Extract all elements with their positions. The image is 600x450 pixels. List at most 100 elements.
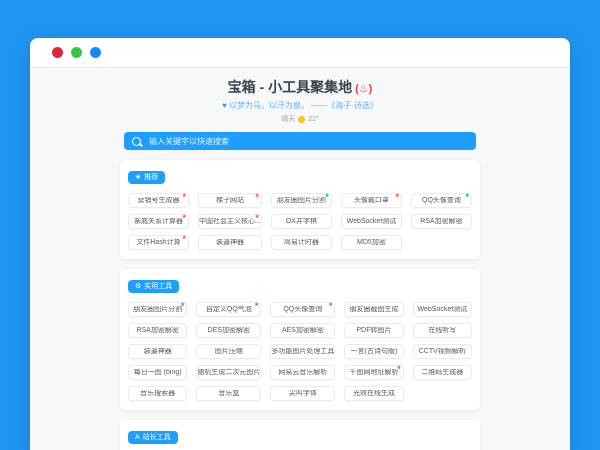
page-content: 宝箱 - 小工具聚集地 (♨) ♥ 以梦为马，以汗为泉。 ——《海子·诗选》 晴… bbox=[30, 68, 570, 450]
weather-temp: 22° bbox=[308, 116, 319, 123]
tool-button[interactable]: 多功能图片处理工具 bbox=[270, 344, 335, 359]
tool-label: 一言(古诗句版) bbox=[351, 348, 398, 355]
tool-button[interactable]: 音乐盒 bbox=[196, 386, 261, 401]
hot-star-icon: * bbox=[255, 214, 259, 222]
tool-button[interactable]: 朋友圈图片分割* bbox=[128, 302, 187, 317]
section-badge-label: 站长工具 bbox=[143, 434, 171, 441]
tool-button[interactable]: PDF转图片 bbox=[344, 323, 403, 338]
tool-button[interactable]: 每日一图 (bing) bbox=[128, 365, 187, 380]
tool-button[interactable]: 装逼神器 bbox=[128, 344, 187, 359]
new-star-icon: * bbox=[329, 302, 333, 310]
search-input[interactable] bbox=[147, 136, 468, 147]
new-star-icon: * bbox=[465, 193, 469, 201]
tool-label: PDF转图片 bbox=[356, 327, 391, 334]
tool-button[interactable]: OX井字棋 bbox=[271, 214, 332, 229]
heart-icon: ♥ bbox=[222, 101, 227, 110]
window-maximize-button[interactable] bbox=[90, 47, 101, 58]
motto-text: 以梦为马，以汗为泉。 ——《海子·诗选》 bbox=[229, 101, 378, 110]
section-badge-icon: A bbox=[135, 434, 140, 441]
hot-flame-icon: (♨) bbox=[355, 82, 372, 95]
tool-section-card: ⚙ 实用工具 朋友圈图片分割*自定义QQ气泡*QQ头像查询*朋友圈截图生成Web… bbox=[120, 269, 480, 410]
page-title: 宝箱 - 小工具聚集地 bbox=[228, 77, 352, 97]
tool-section-card: ★ 推荐 营销号生成器*梯子网站*朋友圈图片分割*头像戴口罩*QQ头像查询*亲戚… bbox=[120, 160, 480, 259]
window-close-button[interactable] bbox=[52, 47, 63, 58]
tool-button[interactable]: WebSocket测试 bbox=[413, 302, 472, 317]
weather-label: 晴天 bbox=[281, 114, 295, 124]
tool-label: OX井字棋 bbox=[286, 218, 317, 225]
tool-button[interactable]: 营销号生成器* bbox=[128, 193, 189, 208]
tool-button[interactable]: 图片压缩 bbox=[196, 344, 261, 359]
tool-button[interactable]: 朋友圈截图生成 bbox=[344, 302, 403, 317]
tool-button[interactable]: 装逼神器 bbox=[198, 235, 262, 250]
tool-button[interactable]: 中国社会主义核心...* bbox=[198, 214, 262, 229]
hot-star-icon: * bbox=[397, 365, 401, 373]
site-header: 宝箱 - 小工具聚集地 (♨) bbox=[30, 77, 570, 97]
section-badge-label: 实用工具 bbox=[144, 283, 172, 290]
tool-label: 随机生成二次元图片 bbox=[197, 369, 260, 376]
tool-button[interactable]: 光效在线生成 bbox=[344, 386, 403, 401]
window-minimize-button[interactable] bbox=[71, 47, 82, 58]
sections: ★ 推荐 营销号生成器*梯子网站*朋友圈图片分割*头像戴口罩*QQ头像查询*亲戚… bbox=[120, 160, 480, 450]
tool-label: 文件Hash计算 bbox=[136, 239, 180, 246]
tool-button[interactable]: CCTV视频解析 bbox=[413, 344, 472, 359]
tool-button[interactable]: 千图网地址解析* bbox=[344, 365, 403, 380]
tool-label: DES加密解密 bbox=[208, 327, 250, 334]
hot-star-icon: * bbox=[183, 214, 187, 222]
tool-button[interactable]: 二维码生成器 bbox=[413, 365, 472, 380]
browser-window: 宝箱 - 小工具聚集地 (♨) ♥ 以梦为马，以汗为泉。 ——《海子·诗选》 晴… bbox=[30, 38, 570, 450]
tool-label: 朋友圈图片分割 bbox=[133, 306, 182, 313]
tool-label: 自定义QQ气泡 bbox=[206, 306, 252, 313]
hot-star-icon: * bbox=[255, 193, 259, 201]
tool-button[interactable]: 音乐搜索器 bbox=[128, 386, 187, 401]
tool-label: 音乐搜索器 bbox=[140, 390, 175, 397]
tool-button[interactable]: DES加密解密 bbox=[196, 323, 261, 338]
tool-label: 图片压缩 bbox=[215, 348, 243, 355]
new-star-icon: * bbox=[255, 302, 259, 310]
search-bar[interactable] bbox=[124, 132, 476, 150]
tool-button[interactable]: RSA加密解密 bbox=[128, 323, 187, 338]
tool-button[interactable]: WebSocket测试 bbox=[341, 214, 402, 229]
tool-label: 朋友圈图片分割 bbox=[277, 197, 326, 204]
tool-grid: 朋友圈图片分割*自定义QQ气泡*QQ头像查询*朋友圈截图生成WebSocket测… bbox=[128, 302, 472, 401]
hot-star-icon: * bbox=[183, 193, 187, 201]
tool-button[interactable]: 网易云音乐解析 bbox=[270, 365, 335, 380]
tool-label: 头像戴口罩 bbox=[354, 197, 389, 204]
tool-label: 光效在线生成 bbox=[353, 390, 395, 397]
tool-button[interactable]: QQ头像查询* bbox=[270, 302, 335, 317]
sun-icon bbox=[298, 116, 305, 123]
hot-star-icon: * bbox=[395, 193, 399, 201]
new-star-icon: * bbox=[325, 193, 329, 201]
tool-label: CCTV视频解析 bbox=[419, 348, 466, 355]
tool-label: WebSocket测试 bbox=[347, 218, 397, 225]
tool-button[interactable]: 文件Hash计算* bbox=[128, 235, 189, 250]
tool-button[interactable]: 自定义QQ气泡* bbox=[196, 302, 261, 317]
tool-label: 每日一图 (bing) bbox=[134, 369, 182, 376]
tool-label: 在线听写 bbox=[428, 327, 456, 334]
tool-label: QQ头像查询 bbox=[422, 197, 461, 204]
tool-label: 音乐盒 bbox=[218, 390, 239, 397]
tool-button[interactable]: 一言(古诗句版) bbox=[344, 344, 403, 359]
tool-button[interactable]: AES加密解密 bbox=[270, 323, 335, 338]
tool-label: 装逼神器 bbox=[144, 348, 172, 355]
tool-button[interactable]: 头像戴口罩 * bbox=[341, 193, 402, 208]
tool-button[interactable]: 随机生成二次元图片 bbox=[196, 365, 261, 380]
section-badge: ⚙ 实用工具 bbox=[128, 280, 179, 293]
tool-button[interactable]: MD5加密 bbox=[341, 235, 402, 250]
tool-label: 网易云音乐解析 bbox=[278, 369, 327, 376]
tool-button[interactable]: RSA加密解密 bbox=[411, 214, 472, 229]
search-icon bbox=[132, 137, 141, 146]
tool-section-card: A 站长工具 中国社会主义核心...*文件Hash计算*Hash计算URL编码解… bbox=[120, 420, 480, 450]
tool-button[interactable]: 尖叫字体 bbox=[270, 386, 335, 401]
tool-button[interactable]: QQ头像查询 * bbox=[411, 193, 472, 208]
tool-button[interactable]: 朋友圈图片分割* bbox=[271, 193, 332, 208]
tool-button[interactable]: 简易计时器 bbox=[271, 235, 332, 250]
tool-label: RSA加密解密 bbox=[136, 327, 178, 334]
site-motto: ♥ 以梦为马，以汗为泉。 ——《海子·诗选》 bbox=[30, 100, 570, 111]
tool-label: 尖叫字体 bbox=[289, 390, 317, 397]
weather-widget: 晴天 22° bbox=[30, 114, 570, 124]
tool-button[interactable]: 在线听写 bbox=[413, 323, 472, 338]
tool-button[interactable]: 亲戚关系计算器* bbox=[128, 214, 189, 229]
section-badge: ★ 推荐 bbox=[128, 171, 165, 184]
tool-label: 营销号生成器 bbox=[138, 197, 180, 204]
tool-button[interactable]: 梯子网站* bbox=[198, 193, 262, 208]
